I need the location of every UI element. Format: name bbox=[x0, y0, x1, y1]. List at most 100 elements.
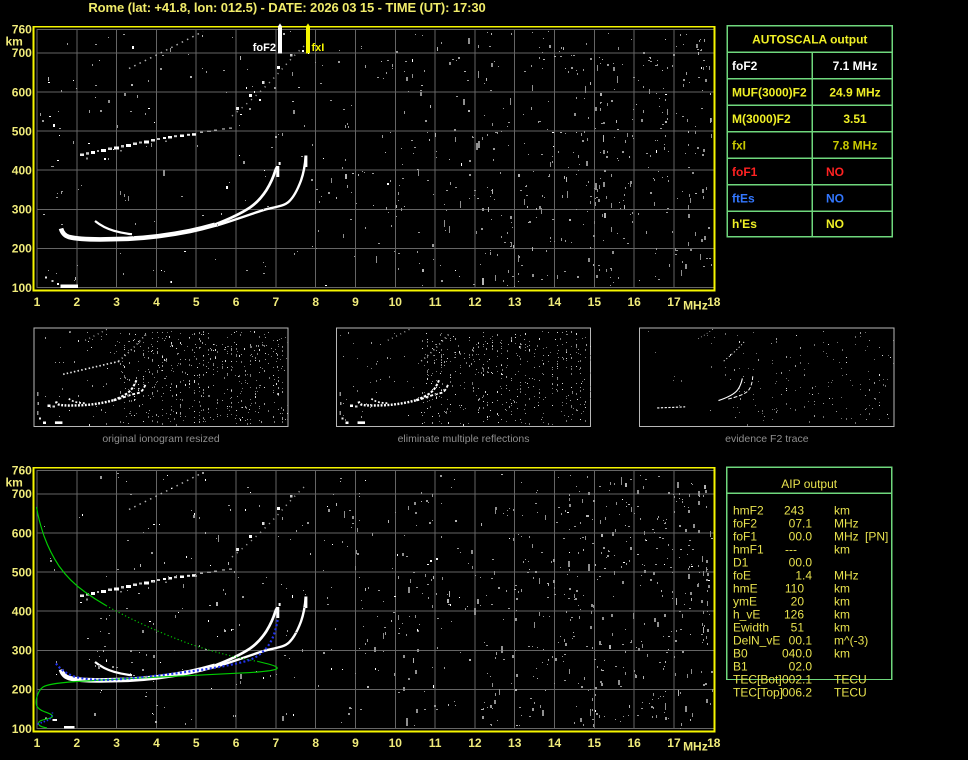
svg-text:1: 1 bbox=[34, 295, 41, 309]
svg-text:foF1: foF1 bbox=[732, 165, 758, 179]
svg-text:hmE: hmE bbox=[733, 581, 758, 595]
svg-text:13: 13 bbox=[508, 295, 522, 309]
svg-text:20: 20 bbox=[791, 594, 805, 608]
svg-text:km: km bbox=[834, 581, 850, 595]
svg-text:hmF1: hmF1 bbox=[733, 542, 764, 556]
svg-text:4: 4 bbox=[153, 295, 160, 309]
svg-text:m^(-3): m^(-3) bbox=[834, 633, 868, 647]
svg-text:6: 6 bbox=[233, 295, 240, 309]
svg-text:17: 17 bbox=[667, 295, 681, 309]
svg-text:100: 100 bbox=[12, 281, 32, 295]
svg-text:original ionogram resized: original ionogram resized bbox=[102, 433, 219, 445]
svg-text:006.2: 006.2 bbox=[782, 685, 812, 699]
svg-text:5: 5 bbox=[193, 295, 200, 309]
svg-text:600: 600 bbox=[12, 526, 32, 540]
svg-text:km: km bbox=[834, 503, 850, 517]
svg-text:243: 243 bbox=[784, 503, 804, 517]
svg-text:07.1: 07.1 bbox=[789, 516, 813, 530]
svg-text:TECU: TECU bbox=[834, 685, 867, 699]
svg-text:24.9 MHz: 24.9 MHz bbox=[829, 85, 880, 99]
svg-text:18: 18 bbox=[707, 736, 721, 750]
svg-text:fxI: fxI bbox=[732, 138, 746, 152]
svg-text:15: 15 bbox=[588, 295, 602, 309]
svg-text:foF2: foF2 bbox=[732, 59, 758, 73]
svg-text:3.51: 3.51 bbox=[843, 112, 867, 126]
svg-text:NO: NO bbox=[826, 217, 844, 231]
svg-text:MHz: MHz bbox=[683, 299, 708, 313]
svg-text:Rome (lat: +41.8, lon: 012.5): Rome (lat: +41.8, lon: 012.5) - DATE: 20… bbox=[88, 0, 485, 15]
svg-text:h_vE: h_vE bbox=[733, 607, 760, 621]
svg-text:foF2: foF2 bbox=[253, 42, 276, 54]
svg-text:18: 18 bbox=[707, 295, 721, 309]
svg-text:M(3000)F2: M(3000)F2 bbox=[732, 112, 791, 126]
svg-text:100: 100 bbox=[12, 722, 32, 736]
svg-text:---: --- bbox=[785, 542, 797, 556]
svg-text:16: 16 bbox=[627, 295, 641, 309]
svg-text:MHz: MHz bbox=[834, 529, 859, 543]
svg-text:h'Es: h'Es bbox=[732, 217, 757, 231]
svg-text:AIP output: AIP output bbox=[781, 477, 837, 491]
svg-text:2: 2 bbox=[73, 295, 80, 309]
svg-text:eliminate multiple reflections: eliminate multiple reflections bbox=[398, 433, 530, 445]
svg-text:7.8 MHz: 7.8 MHz bbox=[833, 138, 878, 152]
svg-text:2: 2 bbox=[73, 736, 80, 750]
svg-text:300: 300 bbox=[12, 644, 32, 658]
svg-text:ftEs: ftEs bbox=[732, 191, 755, 205]
svg-text:040.0: 040.0 bbox=[782, 646, 812, 660]
svg-text:km: km bbox=[834, 620, 850, 634]
svg-text:NO: NO bbox=[826, 191, 844, 205]
svg-text:TEC[Bot]: TEC[Bot] bbox=[733, 672, 782, 686]
svg-text:3: 3 bbox=[113, 295, 120, 309]
svg-text:002.1: 002.1 bbox=[782, 672, 812, 686]
svg-text:5: 5 bbox=[193, 736, 200, 750]
svg-text:MHz: MHz bbox=[834, 516, 859, 530]
svg-text:10: 10 bbox=[389, 295, 403, 309]
svg-text:km: km bbox=[834, 542, 850, 556]
svg-text:km: km bbox=[834, 594, 850, 608]
svg-text:km: km bbox=[6, 476, 23, 490]
svg-text:6: 6 bbox=[233, 736, 240, 750]
svg-text:foE: foE bbox=[733, 568, 751, 582]
svg-text:4: 4 bbox=[153, 736, 160, 750]
svg-text:200: 200 bbox=[12, 242, 32, 256]
svg-text:9: 9 bbox=[352, 295, 359, 309]
svg-text:15: 15 bbox=[588, 736, 602, 750]
svg-text:MHz: MHz bbox=[683, 740, 708, 754]
svg-text:11: 11 bbox=[429, 736, 442, 750]
svg-text:126: 126 bbox=[784, 607, 804, 621]
svg-text:B0: B0 bbox=[733, 646, 748, 660]
svg-text:Ewidth: Ewidth bbox=[733, 620, 769, 634]
svg-text:[PN]: [PN] bbox=[865, 529, 888, 543]
svg-text:D1: D1 bbox=[733, 555, 749, 569]
svg-text:7.1 MHz: 7.1 MHz bbox=[833, 59, 878, 73]
svg-text:16: 16 bbox=[627, 736, 641, 750]
svg-text:500: 500 bbox=[12, 124, 32, 138]
svg-text:02.0: 02.0 bbox=[789, 659, 813, 673]
svg-text:3: 3 bbox=[113, 736, 120, 750]
svg-text:8: 8 bbox=[312, 736, 319, 750]
svg-text:hmF2: hmF2 bbox=[733, 503, 764, 517]
svg-text:7: 7 bbox=[273, 736, 280, 750]
svg-text:MUF(3000)F2: MUF(3000)F2 bbox=[732, 85, 807, 99]
svg-text:51: 51 bbox=[791, 620, 805, 634]
svg-text:12: 12 bbox=[468, 295, 482, 309]
svg-text:400: 400 bbox=[12, 605, 32, 619]
svg-text:foF1: foF1 bbox=[733, 529, 757, 543]
svg-text:1: 1 bbox=[34, 736, 41, 750]
svg-text:9: 9 bbox=[352, 736, 359, 750]
svg-text:10: 10 bbox=[389, 736, 403, 750]
svg-text:400: 400 bbox=[12, 164, 32, 178]
svg-text:km: km bbox=[6, 35, 23, 49]
svg-text:00.0: 00.0 bbox=[789, 529, 813, 543]
svg-text:AUTOSCALA output: AUTOSCALA output bbox=[752, 32, 867, 46]
svg-text:11: 11 bbox=[429, 295, 442, 309]
svg-text:km: km bbox=[834, 646, 850, 660]
svg-text:300: 300 bbox=[12, 203, 32, 217]
svg-text:foF2: foF2 bbox=[733, 516, 757, 530]
svg-text:1.4: 1.4 bbox=[795, 568, 812, 582]
svg-text:600: 600 bbox=[12, 85, 32, 99]
svg-text:14: 14 bbox=[548, 736, 562, 750]
svg-text:ymE: ymE bbox=[733, 594, 757, 608]
svg-text:TECU: TECU bbox=[834, 672, 867, 686]
svg-text:TEC[Top]: TEC[Top] bbox=[733, 685, 783, 699]
